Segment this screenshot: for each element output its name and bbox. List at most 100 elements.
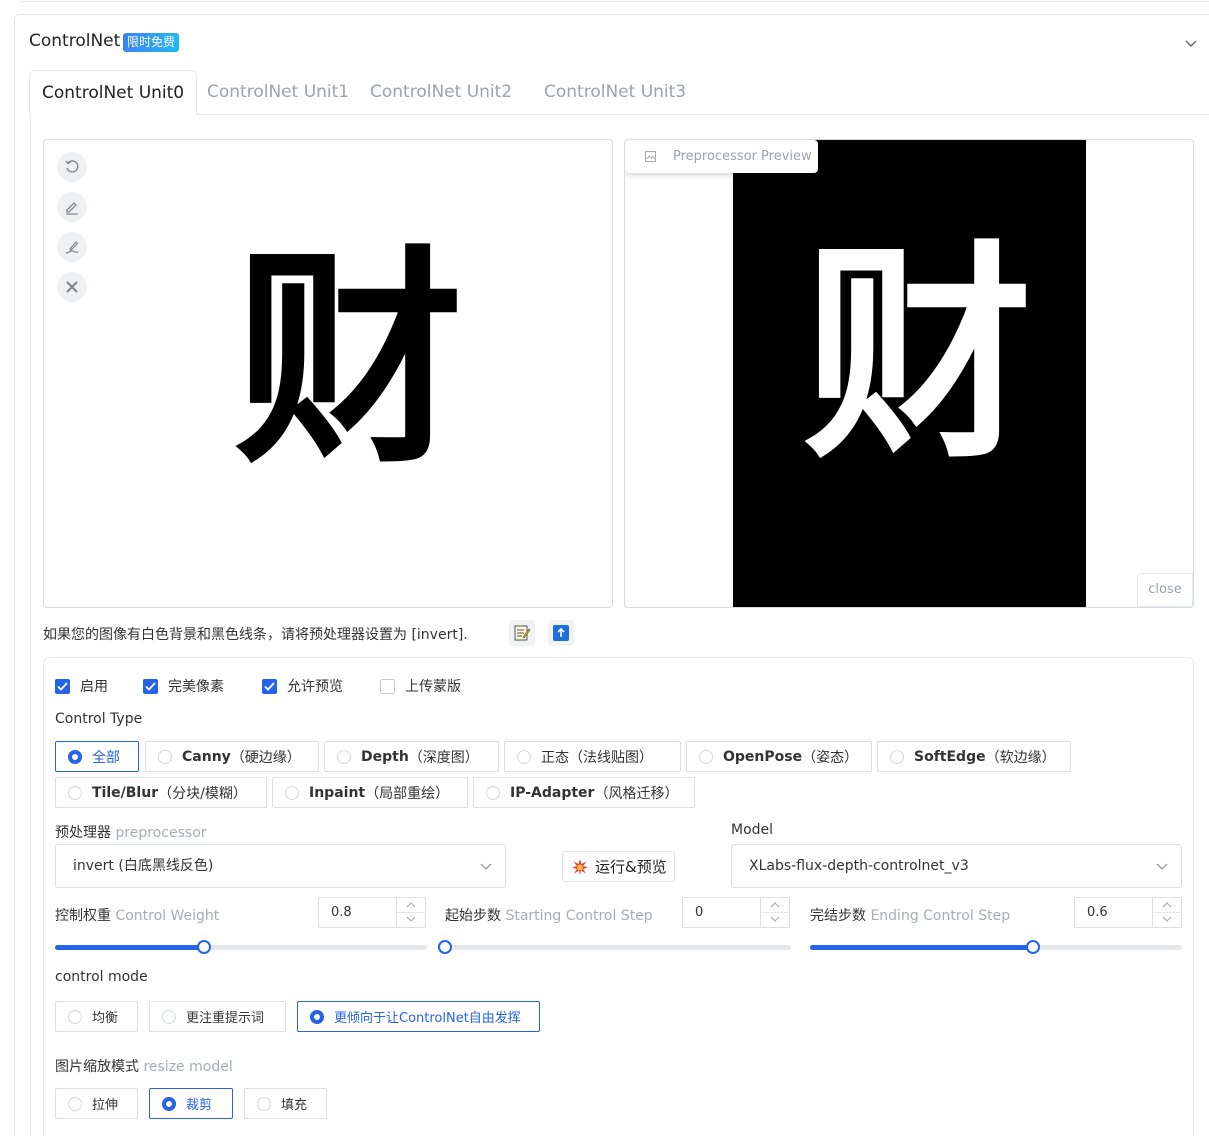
tab-unit2[interactable]: ControlNet Unit2 — [370, 70, 512, 115]
starting-step-slider[interactable] — [438, 940, 791, 954]
option-sublabel: （深度图） — [408, 749, 479, 766]
radio-icon — [517, 749, 531, 764]
ending-step-value: 0.6 — [1087, 905, 1108, 920]
option-label: Inpaint — [309, 784, 366, 801]
control-type-canny[interactable]: Canny （硬边缘） — [145, 741, 319, 772]
ending-step-input[interactable]: 0.6 — [1074, 897, 1182, 928]
checkbox-checked-icon — [262, 678, 277, 694]
radio-icon — [310, 1009, 324, 1024]
explosion-icon — [572, 858, 588, 875]
resize-mode-label: 图片缩放模式 resize model — [55, 1056, 233, 1076]
preview-close-button[interactable]: close — [1137, 573, 1193, 607]
upload-mask-checkbox[interactable]: 上传蒙版 — [380, 676, 461, 696]
label-en: Ending Control Step — [870, 908, 1011, 924]
control-mode-controlnet[interactable]: 更倾向于让ControlNet自由发挥 — [297, 1001, 540, 1032]
slider-thumb[interactable] — [438, 940, 452, 954]
radio-icon — [68, 1009, 82, 1024]
run-preview-button[interactable]: 运行&预览 — [562, 851, 675, 882]
control-type-depth[interactable]: Depth （深度图） — [324, 741, 499, 772]
radio-icon — [486, 785, 500, 800]
chevron-down-icon[interactable] — [406, 915, 416, 923]
starting-step-value: 0 — [695, 905, 704, 920]
control-type-ip-adapter[interactable]: IP-Adapter （风格迁移） — [473, 777, 695, 808]
allow-preview-checkbox[interactable]: 允许预览 — [262, 676, 343, 696]
checkbox-unchecked-icon — [380, 678, 395, 694]
edit-button[interactable] — [57, 192, 87, 222]
clear-button[interactable] — [57, 272, 87, 302]
chevron-down-icon[interactable] — [1162, 915, 1172, 923]
preprocessor-select[interactable]: invert (白底黑线反色) — [55, 844, 506, 888]
radio-icon — [337, 749, 351, 764]
option-label: 全部 — [92, 749, 120, 766]
input-image-canvas[interactable]: 财 — [43, 139, 613, 608]
brush-button[interactable] — [57, 232, 87, 262]
top-divider — [20, 0, 1209, 2]
chevron-up-icon[interactable] — [1162, 901, 1172, 909]
tab-unit3[interactable]: ControlNet Unit3 — [544, 70, 686, 115]
notes-button[interactable] — [509, 620, 535, 646]
upload-button[interactable] — [548, 620, 574, 646]
resize-mode-fill[interactable]: 填充 — [244, 1088, 327, 1119]
control-type-softedge[interactable]: SoftEdge （软边缘） — [877, 741, 1071, 772]
radio-icon — [257, 1096, 271, 1111]
option-sublabel: （风格迁移） — [594, 785, 679, 802]
control-type-tile-blur[interactable]: Tile/Blur （分块/模糊） — [55, 777, 267, 808]
control-type-openpose[interactable]: OpenPose （姿态） — [686, 741, 872, 772]
chevron-down-icon — [480, 863, 492, 870]
chevron-up-icon[interactable] — [406, 901, 416, 909]
preview-tag-label: Preprocessor Preview — [673, 149, 812, 164]
stepper[interactable] — [760, 898, 790, 927]
control-mode-label: control mode — [55, 969, 148, 985]
option-label: 拉伸 — [92, 1098, 119, 1113]
enable-checkbox[interactable]: 启用 — [55, 676, 108, 696]
label-cn: 预处理器 — [55, 825, 111, 841]
tab-unit0[interactable]: ControlNet Unit0 — [29, 70, 198, 115]
control-type-inpaint[interactable]: Inpaint （局部重绘） — [272, 777, 468, 808]
ending-step-label: 完结步数 Ending Control Step — [810, 905, 1010, 925]
chevron-up-icon[interactable] — [770, 901, 780, 909]
ending-step-slider[interactable] — [810, 940, 1182, 954]
image-icon — [645, 151, 656, 162]
label-cn: 完结步数 — [810, 908, 866, 924]
stepper[interactable] — [396, 898, 426, 927]
label-cn: 控制权重 — [55, 908, 111, 924]
chevron-down-icon[interactable] — [770, 915, 780, 923]
model-select[interactable]: XLabs-flux-depth-controlnet_v3 — [731, 844, 1182, 888]
slider-fill — [810, 945, 1034, 950]
slider-thumb[interactable] — [196, 940, 211, 954]
option-label: 更注重提示词 — [186, 1011, 265, 1026]
slider-fill — [55, 945, 204, 950]
run-preview-label: 运行&预览 — [595, 858, 667, 876]
control-type-all[interactable]: 全部 — [55, 741, 139, 772]
control-weight-input[interactable]: 0.8 — [318, 897, 426, 928]
stepper[interactable] — [1152, 898, 1182, 927]
option-label: 裁剪 — [186, 1098, 213, 1113]
control-type-label: Control Type — [55, 711, 143, 727]
starting-step-input[interactable]: 0 — [682, 897, 790, 928]
radio-icon — [162, 1009, 176, 1024]
control-weight-slider[interactable] — [55, 940, 427, 954]
model-value: XLabs-flux-depth-controlnet_v3 — [749, 858, 969, 874]
starting-step-label: 起始步数 Starting Control Step — [445, 905, 653, 925]
resize-mode-stretch[interactable]: 拉伸 — [55, 1088, 138, 1119]
option-sublabel: （姿态） — [802, 749, 859, 766]
enable-label: 启用 — [80, 679, 108, 695]
option-label: IP-Adapter — [510, 784, 595, 801]
undo-button[interactable] — [57, 152, 87, 182]
option-sublabel: （硬边缘） — [230, 749, 301, 766]
memo-icon — [514, 625, 531, 641]
control-type-normal[interactable]: 正态（法线贴图） — [504, 741, 681, 772]
option-label: Depth — [361, 748, 409, 765]
pixel-perfect-checkbox[interactable]: 完美像素 — [143, 676, 224, 696]
preview-tag: Preprocessor Preview — [625, 140, 818, 173]
label-en: preprocessor — [115, 825, 207, 841]
radio-icon — [68, 749, 82, 764]
tab-unit1[interactable]: ControlNet Unit1 — [207, 70, 349, 115]
control-mode-prompt[interactable]: 更注重提示词 — [149, 1001, 286, 1032]
label-en: resize model — [143, 1059, 233, 1075]
brush-icon — [65, 241, 79, 254]
collapse-chevron-icon[interactable] — [1183, 35, 1199, 51]
option-sublabel: （局部重绘） — [365, 785, 450, 802]
control-mode-balanced[interactable]: 均衡 — [55, 1001, 138, 1032]
resize-mode-crop[interactable]: 裁剪 — [149, 1088, 233, 1119]
